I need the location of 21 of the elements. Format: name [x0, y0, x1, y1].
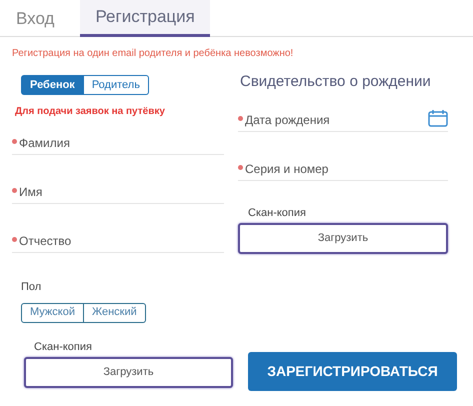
upload-button[interactable]: Загрузить	[24, 357, 233, 388]
input-field[interactable]: Отчество	[12, 223, 224, 253]
section-heading: Свидетельство о рождении	[240, 72, 432, 92]
scan-label: Скан-копия	[248, 206, 307, 220]
scan-label: Скан-копия	[34, 340, 93, 354]
input-field[interactable]: Фамилия	[12, 125, 224, 155]
toggle-option[interactable]: Женский	[84, 302, 146, 322]
toggle-option[interactable]: Ребенок	[21, 75, 84, 95]
input-field[interactable]: Имя	[12, 174, 224, 204]
input-field[interactable]: Дата рождения	[238, 102, 448, 132]
toggle-option[interactable]: Мужской	[21, 302, 84, 322]
notice-text: Для подачи заявок на путёвку	[15, 105, 166, 119]
calendar-icon[interactable]	[428, 108, 448, 126]
gender-label: Пол	[21, 280, 42, 295]
tab[interactable]: Вход	[0, 0, 80, 37]
input-field[interactable]: Серия и номер	[238, 150, 448, 180]
upload-button[interactable]: Загрузить	[238, 223, 448, 254]
toggle-option[interactable]: Родитель	[84, 75, 149, 95]
tab[interactable]: Регистрация	[80, 0, 210, 37]
warning-text: Регистрация на один email родителя и ребёнка невозможно!	[12, 47, 294, 61]
register-button[interactable]: ЗАРЕГИСТРИРОВАТЬСЯ	[248, 352, 457, 391]
